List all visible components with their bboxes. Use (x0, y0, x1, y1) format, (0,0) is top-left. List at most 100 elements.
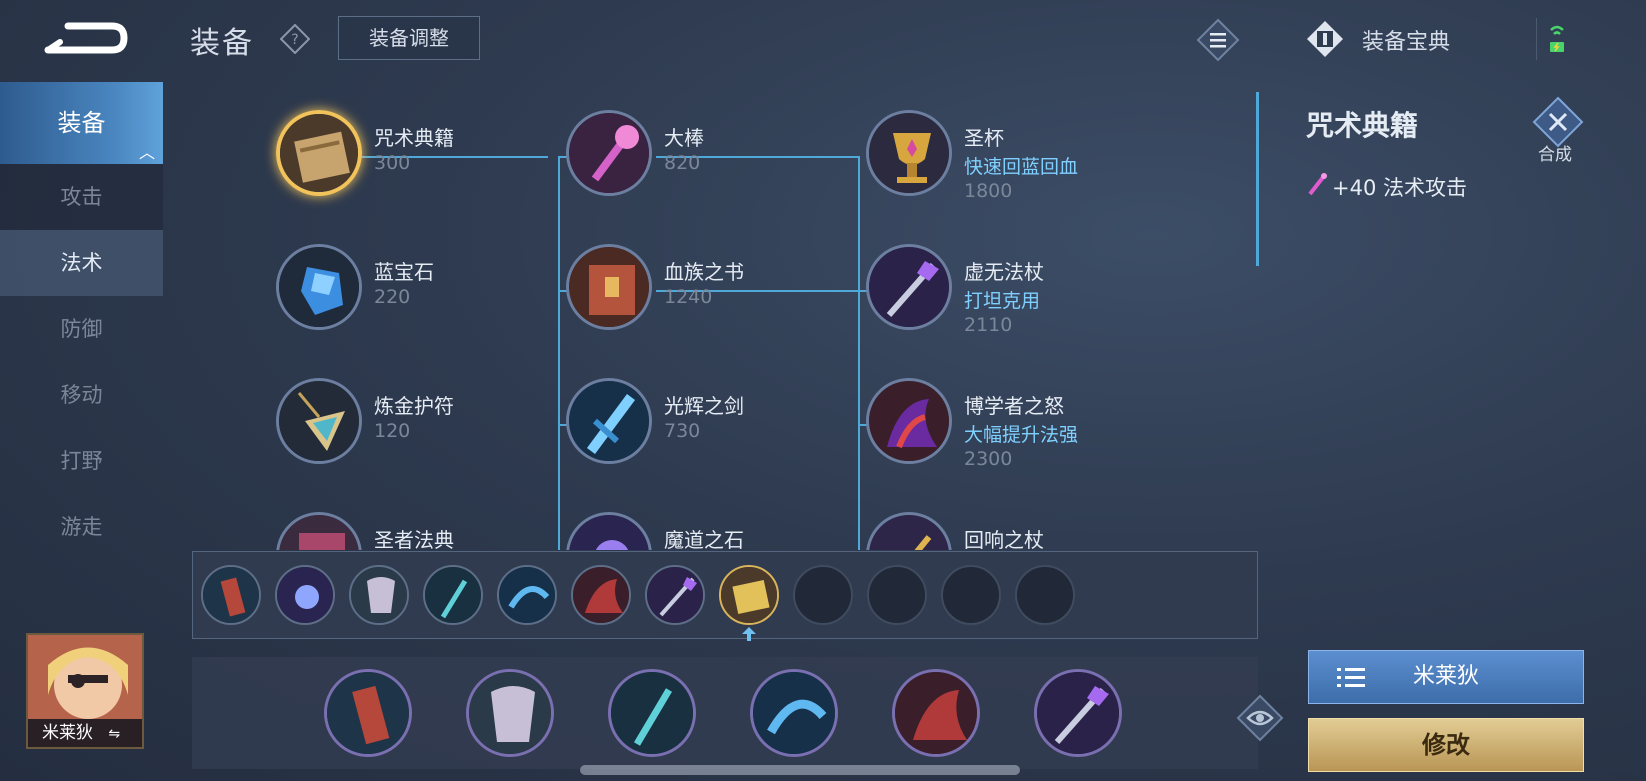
panel-divider (1256, 92, 1259, 266)
item-name: 炼金护符 (374, 394, 454, 418)
tree-connector (558, 156, 560, 550)
sidebar-item-attack[interactable]: 攻击 (0, 164, 163, 230)
build-slot-staff[interactable] (423, 565, 483, 625)
item-price: 1240 (664, 286, 713, 308)
tree-connector (858, 156, 860, 550)
hero-name: 米莱狄 (42, 723, 93, 743)
page-title: 装备 (190, 26, 254, 61)
hero-avatar[interactable]: 米莱狄 ⇋ (26, 633, 144, 749)
item-name: 博学者之怒 (964, 394, 1064, 418)
build-slot-spell-tome[interactable] (719, 565, 779, 625)
equipment-adjust-button[interactable]: 装备调整 (338, 16, 480, 60)
hat-icon (573, 567, 629, 623)
item-name: 虚无法杖 (964, 260, 1044, 284)
category-sidebar: 装备 ︿ 攻击 法术 防御 移动 打野 游走 (0, 82, 163, 572)
build-slot-boots[interactable] (201, 565, 261, 625)
spell-tome-icon (276, 110, 362, 196)
hat-icon (895, 672, 977, 754)
sidebar-item-roam[interactable]: 游走 (0, 494, 163, 560)
holy-grail-icon (866, 110, 952, 196)
item-magic-stone[interactable]: 魔道之石 (566, 512, 846, 550)
current-slot-pin-icon (742, 627, 756, 641)
horizontal-scrollbar[interactable] (580, 765, 1020, 775)
boots-icon (203, 567, 259, 623)
sidebar-item-equipment[interactable]: 装备 ︿ (0, 82, 163, 164)
sapphire-icon (276, 244, 362, 330)
item-alchemy-amulet[interactable]: 炼金护符 120 (276, 378, 556, 488)
void-staff-icon (866, 244, 952, 330)
stat-text: +40 法术攻击 (1332, 176, 1467, 200)
staff-icon (611, 672, 693, 754)
item-big-staff[interactable]: 大棒 820 (566, 110, 846, 220)
sidebar-item-jungle[interactable]: 打野 (0, 428, 163, 494)
wifi-battery-icon (1550, 25, 1564, 52)
help-icon[interactable]: ? (279, 23, 311, 55)
item-price: 1800 (964, 180, 1013, 202)
rec-mask[interactable] (466, 669, 554, 757)
rec-void-staff[interactable] (1034, 669, 1122, 757)
build-slot-void-staff[interactable] (645, 565, 705, 625)
back-button[interactable] (40, 14, 130, 60)
item-echo-staff[interactable]: 回响之杖 (866, 512, 1146, 550)
rec-hat[interactable] (892, 669, 980, 757)
item-scholar-fury[interactable]: 博学者之怒 大幅提升法强 2300 (866, 378, 1146, 488)
build-slot-orb[interactable] (275, 565, 335, 625)
build-slot-hat[interactable] (571, 565, 631, 625)
item-saint-codex[interactable]: 圣者法典 (276, 512, 556, 550)
list-menu-button[interactable] (1196, 18, 1240, 62)
item-price: 120 (374, 420, 411, 442)
item-name: 血族之书 (664, 260, 744, 284)
item-name: 蓝宝石 (374, 260, 434, 284)
spell-tome-icon (721, 567, 777, 623)
swap-icon[interactable]: ⇋ (108, 726, 120, 742)
sidebar-item-movement[interactable]: 移动 (0, 362, 163, 428)
sidebar-item-magic[interactable]: 法术 (0, 230, 163, 296)
scholar-fury-icon (866, 378, 952, 464)
recommended-items-row (192, 657, 1258, 769)
equipment-tree: 咒术典籍 300 蓝宝石 220 炼金护符 120 圣者法典 大棒 820 血族… (190, 90, 1260, 550)
item-price: 820 (664, 152, 701, 174)
preview-button[interactable] (1236, 694, 1284, 742)
build-slot-empty[interactable] (941, 565, 1001, 625)
item-name: 咒术典籍 (374, 126, 454, 150)
mask-icon (469, 672, 551, 754)
item-holy-grail[interactable]: 圣杯 快速回蓝回血 1800 (866, 110, 1146, 220)
rec-boots[interactable] (324, 669, 412, 757)
modify-button[interactable]: 修改 (1308, 718, 1584, 772)
codex-label[interactable]: 装备宝典 (1362, 24, 1450, 56)
item-void-staff[interactable]: 虚无法杖 打坦克用 2110 (866, 244, 1146, 354)
item-blood-book[interactable]: 血族之书 1240 (566, 244, 846, 354)
build-slot-empty[interactable] (867, 565, 927, 625)
item-sapphire[interactable]: 蓝宝石 220 (276, 244, 556, 354)
item-name: 回响之杖 (964, 528, 1044, 550)
item-effect: 快速回蓝回血 (964, 156, 1079, 178)
back-arrow-icon (44, 22, 128, 54)
item-name: 圣者法典 (374, 528, 454, 550)
item-price: 300 (374, 152, 411, 174)
build-select-button[interactable]: 米莱狄 (1308, 650, 1584, 704)
build-slot-empty[interactable] (793, 565, 853, 625)
void-staff-icon (1037, 672, 1119, 754)
echo-staff-icon (866, 512, 952, 550)
orb-icon (277, 567, 333, 623)
rec-wave[interactable] (750, 669, 838, 757)
amulet-icon (276, 378, 362, 464)
rec-staff[interactable] (608, 669, 696, 757)
item-name: 大棒 (664, 126, 704, 150)
build-slot-empty[interactable] (1015, 565, 1075, 625)
boots-icon (327, 672, 409, 754)
item-price: 730 (664, 420, 701, 442)
void-staff-icon (647, 567, 703, 623)
item-radiant-sword[interactable]: 光辉之剑 730 (566, 378, 846, 488)
sidebar-item-defense[interactable]: 防御 (0, 296, 163, 362)
item-spell-tome[interactable]: 咒术典籍 300 (276, 110, 556, 220)
build-slot-wave[interactable] (497, 565, 557, 625)
codex-icon[interactable] (1306, 20, 1344, 58)
current-build-strip (192, 551, 1258, 641)
item-price: 2110 (964, 314, 1013, 336)
build-slot-mask[interactable] (349, 565, 409, 625)
magic-stone-icon (566, 512, 652, 550)
big-staff-icon (566, 110, 652, 196)
compose-label[interactable]: 合成 (1538, 140, 1572, 165)
wave-icon (753, 672, 835, 754)
